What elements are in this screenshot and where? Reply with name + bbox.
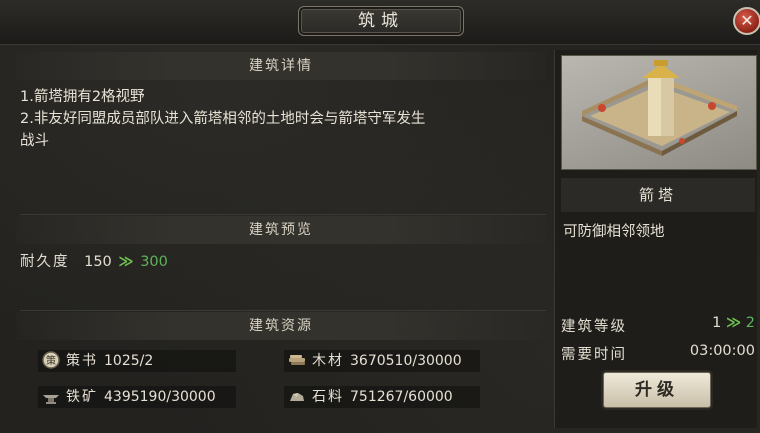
chevron-right-icon: ≫ [725, 315, 742, 331]
upgrade-button[interactable]: 升级 [603, 372, 711, 408]
details-line-2: 2.非友好同盟成员部队进入箭塔相邻的土地时会与箭塔守军发生 [20, 111, 426, 127]
level-next: 2 [745, 315, 755, 331]
resource-value: 751267/60000 [350, 389, 453, 405]
level-label: 建筑等级 [561, 319, 627, 335]
details-line-3: 战斗 [20, 133, 49, 149]
svg-text:策: 策 [46, 354, 56, 367]
preview-header: 建筑预览 [16, 216, 546, 244]
resource-name: 木材 [312, 353, 344, 369]
resource-stone: 石料 751267/60000 [284, 386, 480, 408]
level-row: 建筑等级 1 ≫ 2 [561, 315, 755, 336]
details-text: 1.箭塔拥有2格视野 2.非友好同盟成员部队进入箭塔相邻的土地时会与箭塔守军发生… [20, 86, 540, 152]
wood-icon [288, 351, 306, 369]
stone-icon [288, 387, 306, 405]
resource-name: 石料 [312, 389, 344, 405]
resource-name: 铁矿 [66, 389, 98, 405]
title-bar: 筑城 ✕ [0, 0, 760, 45]
details-header: 建筑详情 [16, 52, 546, 80]
building-effect: 可防御相邻领地 [563, 224, 665, 240]
durability-label: 耐久度 [20, 254, 70, 270]
durability-current: 150 [84, 254, 112, 270]
level-values: 1 ≫ 2 [712, 315, 755, 331]
left-panel: 建筑详情 1.箭塔拥有2格视野 2.非友好同盟成员部队进入箭塔相邻的土地时会与箭… [8, 50, 546, 428]
arrow-tower-image [561, 55, 757, 170]
resources-header: 建筑资源 [16, 312, 546, 340]
resource-value: 4395190/30000 [104, 389, 216, 405]
time-row: 需要时间 03:00:00 [561, 343, 755, 364]
level-current: 1 [712, 315, 722, 331]
time-value: 03:00:00 [689, 343, 755, 359]
resource-iron: 铁矿 4395190/30000 [38, 386, 236, 408]
resource-value: 3670510/30000 [350, 353, 462, 369]
chevron-right-icon: ≫ [118, 254, 134, 270]
durability-row: 耐久度 150 ≫ 300 [20, 250, 168, 271]
durability-next: 300 [140, 254, 168, 270]
window-frame: 筑城 ✕ 建筑详情 1.箭塔拥有2格视野 2.非友好同盟成员部队进入箭塔相邻的土… [0, 0, 760, 433]
resource-strategy-book: 策 策书 1025/2 [38, 350, 236, 372]
strategy-book-icon: 策 [42, 351, 60, 369]
resource-name: 策书 [66, 353, 98, 369]
divider [20, 214, 546, 215]
details-line-1: 1.箭塔拥有2格视野 [20, 89, 145, 105]
close-button[interactable]: ✕ [733, 7, 760, 35]
building-panel: 箭塔 可防御相邻领地 建筑等级 1 ≫ 2 需要时间 03:00:00 升级 [554, 50, 757, 428]
resource-value: 1025/2 [104, 353, 154, 369]
resource-wood: 木材 3670510/30000 [284, 350, 480, 372]
building-name: 箭塔 [561, 178, 755, 212]
divider [20, 310, 546, 311]
iron-ore-icon [42, 387, 60, 405]
time-label: 需要时间 [561, 347, 627, 363]
window-title: 筑城 [298, 6, 464, 36]
